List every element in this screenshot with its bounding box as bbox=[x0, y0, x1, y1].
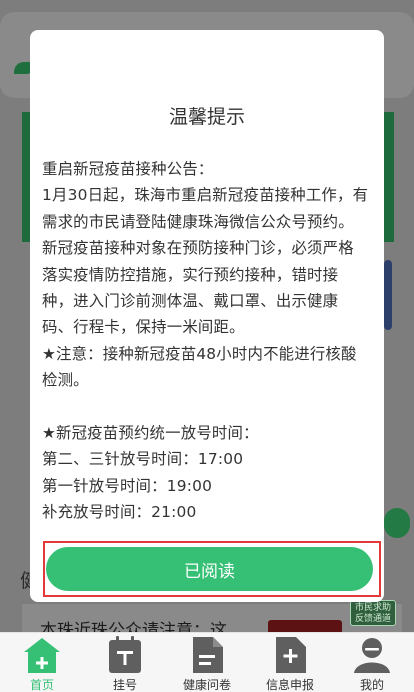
notice-line: 第二、三针放号时间：17:00 bbox=[42, 450, 244, 469]
background-banner-edge bbox=[384, 112, 394, 242]
notice-line: 种，进入门诊前测体温、戴口罩、出示健康 bbox=[42, 292, 339, 311]
home-plus-icon bbox=[24, 638, 60, 673]
tab-label: 健康问卷 bbox=[182, 678, 231, 692]
notice-line: 第一针放号时间：19:00 bbox=[42, 476, 213, 495]
user-icon bbox=[354, 638, 390, 673]
report-plus-icon bbox=[276, 637, 306, 673]
tab-label: 挂号 bbox=[112, 678, 137, 692]
tab-label: 首页 bbox=[29, 678, 54, 692]
modal-title: 温馨提示 bbox=[168, 106, 245, 128]
notice-line: 新冠疫苗接种对象在预防接种门诊，必须严格 bbox=[42, 239, 354, 258]
notice-modal: 温馨提示 重启新冠疫苗接种公告： 1月30日起，珠海市重启新冠疫苗接种工作，有 … bbox=[30, 30, 384, 602]
confirm-read-button[interactable]: 已阅读 bbox=[46, 547, 373, 591]
background-news-text: 本珠近珠公众请注意：这 bbox=[40, 621, 227, 632]
notice-line: 1月30日起，珠海市重启新冠疫苗接种工作，有 bbox=[42, 186, 369, 205]
calendar-icon bbox=[109, 636, 141, 673]
notice-line: ★新冠疫苗预约统一放号时间： bbox=[42, 424, 259, 443]
bottom-tab-bar: 首页 挂号 健康问卷 信息申报 我的 bbox=[0, 632, 414, 692]
notice-line: 码、行程卡，保持一米间距。 bbox=[42, 318, 245, 337]
notice-line: ★注意：接种新冠疫苗48小时内不能进行核酸 bbox=[42, 344, 357, 363]
background-red-tag bbox=[268, 620, 342, 632]
floating-action-icon bbox=[384, 508, 410, 538]
tab-home[interactable]: 首页 bbox=[7, 633, 77, 692]
tab-info-report[interactable]: 信息申报 bbox=[255, 633, 325, 692]
notice-line bbox=[42, 394, 376, 420]
notice-line: 补充放号时间：21:00 bbox=[42, 503, 197, 522]
notice-line: 重启新冠疫苗接种公告： bbox=[42, 160, 214, 178]
notice-line: 落实疫情防控措施，实行预约接种，错时接 bbox=[42, 265, 339, 284]
notice-line: 需求的市民请登陆健康珠海微信公众号预约。 bbox=[42, 212, 354, 231]
modal-body: 重启新冠疫苗接种公告： 1月30日起，珠海市重启新冠疫苗接种工作，有 需求的市民… bbox=[42, 156, 376, 526]
background-card-edge bbox=[384, 260, 392, 330]
feedback-badge: 市民求助反馈通道 bbox=[350, 600, 396, 626]
tab-label: 我的 bbox=[359, 678, 384, 692]
tab-mine[interactable]: 我的 bbox=[337, 633, 407, 692]
tab-health-questionnaire[interactable]: 健康问卷 bbox=[172, 633, 242, 692]
document-icon bbox=[193, 637, 223, 673]
tab-label: 信息申报 bbox=[265, 678, 314, 692]
notice-line: 检测。 bbox=[42, 371, 89, 390]
tab-registration[interactable]: 挂号 bbox=[90, 633, 160, 692]
